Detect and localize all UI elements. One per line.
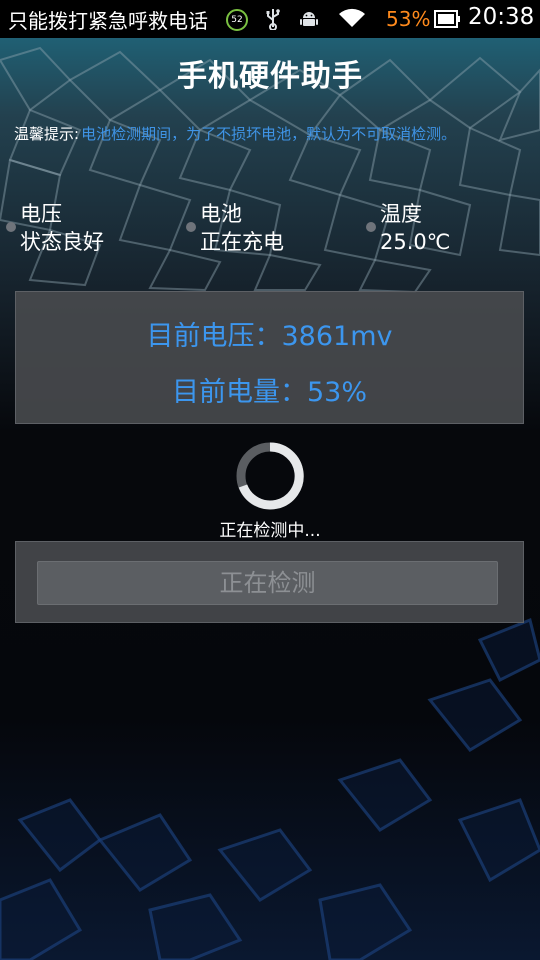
battery-info-card: 目前电压：3861mv 目前电量：53% (15, 291, 524, 424)
app-header: 手机硬件助手 (0, 38, 540, 108)
current-level: 目前电量：53% (171, 377, 367, 408)
battery-status: 电池 正在充电 (186, 200, 284, 256)
status-label: 电压 (20, 202, 62, 226)
status-value: 25.0℃ (380, 230, 451, 254)
notification-badge: 52 (226, 9, 248, 31)
clock: 20:38 (468, 4, 535, 30)
detecting-button[interactable]: 正在检测 (37, 561, 498, 605)
status-label: 温度 (380, 202, 422, 226)
action-card: 正在检测 (15, 541, 524, 623)
status-dot-icon (366, 222, 376, 232)
status-dot-icon (186, 222, 196, 232)
page-title: 手机硬件助手 (177, 59, 363, 94)
voltage-status: 电压 状态良好 (6, 200, 104, 256)
status-bar: 只能拨打紧急呼救电话 52 53% 20:38 (0, 0, 540, 38)
tip-label: 温馨提示: (14, 125, 80, 143)
status-value: 正在充电 (200, 230, 284, 254)
battery-percent: 53% (386, 7, 431, 31)
battery-icon (434, 10, 460, 28)
progress-text: 正在检测中... (219, 521, 321, 541)
status-value: 状态良好 (20, 230, 104, 254)
temperature-status: 温度 25.0℃ (366, 200, 451, 256)
spinner-icon (236, 442, 304, 510)
status-dot-icon (6, 222, 16, 232)
warning-tip: 温馨提示: 电池检测期间，为了不损坏电池，默认为不可取消检测。 (14, 124, 530, 144)
wifi-icon (339, 8, 365, 27)
usb-icon (266, 9, 280, 30)
status-label: 电池 (200, 202, 242, 226)
tip-text: 电池检测期间，为了不损坏电池，默认为不可取消检测。 (81, 125, 457, 143)
current-voltage: 目前电压：3861mv (146, 321, 393, 352)
android-icon (300, 12, 318, 26)
carrier-text: 只能拨打紧急呼救电话 (8, 9, 208, 33)
